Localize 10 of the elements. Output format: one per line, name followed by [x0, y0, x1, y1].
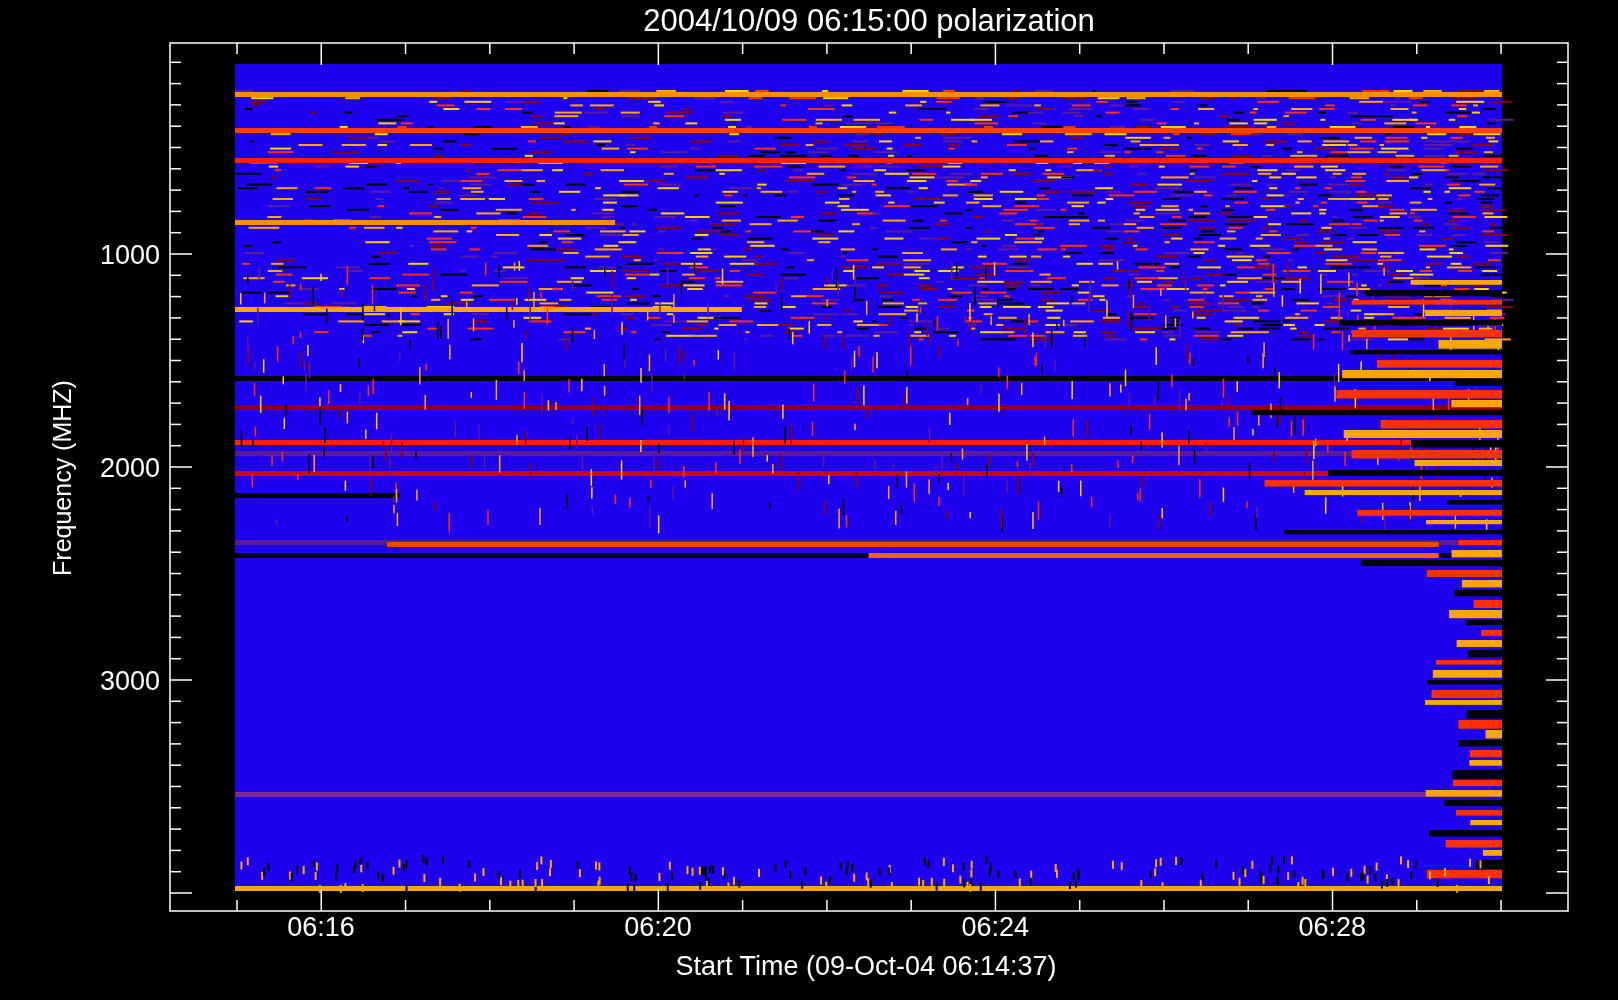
axis-label: Start Time (09-Oct-04 06:14:37) — [675, 951, 1057, 981]
axis-tick-label: 1000 — [99, 240, 160, 270]
axis-tick-label: 3000 — [99, 666, 160, 696]
chart-title: 2004/10/09 06:15:00 polarization — [643, 3, 1095, 38]
axis-tick-label: 06:24 — [961, 912, 1029, 942]
axis-label: Frequency (MHZ) — [48, 380, 76, 576]
axis-tick-label: 2000 — [99, 453, 160, 483]
axis-tick-label: 06:28 — [1298, 912, 1367, 942]
axis-tick-label: 06:16 — [287, 912, 355, 942]
axis-tick-label: 06:20 — [624, 912, 692, 942]
